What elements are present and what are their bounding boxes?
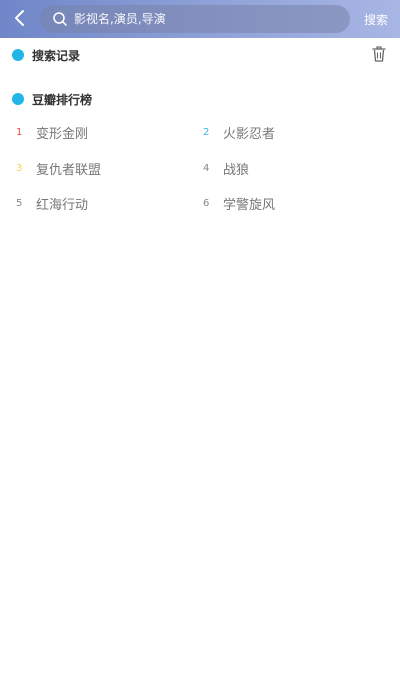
rank-title: 变形金刚 [36, 126, 89, 142]
ranking-item-2[interactable]: 2 火影忍者 [203, 122, 275, 142]
search-box[interactable] [40, 5, 350, 33]
rank-title: 红海行动 [36, 197, 89, 213]
trash-icon [372, 46, 386, 62]
ranking-item-3[interactable]: 3 复仇者联盟 [16, 158, 101, 178]
rank-title: 复仇者联盟 [36, 162, 102, 178]
rank-title: 学警旋风 [223, 197, 276, 213]
ranking-item-6[interactable]: 6 学警旋风 [203, 193, 275, 213]
ranking-title: 豆瓣排行榜 [32, 93, 93, 107]
ranking-item-5[interactable]: 5 红海行动 [16, 193, 88, 213]
ranking-section: 豆瓣排行榜 [0, 89, 400, 109]
section-dot [12, 49, 24, 61]
rank-number: 5 [16, 197, 23, 209]
rank-number: 6 [203, 197, 210, 209]
search-history-title: 搜索记录 [32, 49, 81, 63]
rank-title: 火影忍者 [223, 126, 276, 142]
search-icon [53, 12, 67, 26]
search-header: 搜索 [0, 0, 400, 38]
section-dot [12, 93, 24, 105]
rank-title: 战狼 [223, 162, 250, 178]
ranking-item-1[interactable]: 1 变形金刚 [16, 122, 88, 142]
search-history-section: 搜索记录 [0, 45, 400, 65]
rank-number: 2 [203, 126, 210, 138]
rank-number: 1 [16, 126, 23, 138]
rank-number: 3 [16, 162, 23, 174]
search-input[interactable] [74, 5, 350, 33]
rank-number: 4 [203, 162, 210, 174]
back-button[interactable] [8, 6, 32, 30]
ranking-item-4[interactable]: 4 战狼 [203, 158, 249, 178]
search-button[interactable]: 搜索 [364, 11, 388, 28]
clear-history-button[interactable] [370, 45, 388, 63]
chevron-left-icon [15, 10, 24, 26]
